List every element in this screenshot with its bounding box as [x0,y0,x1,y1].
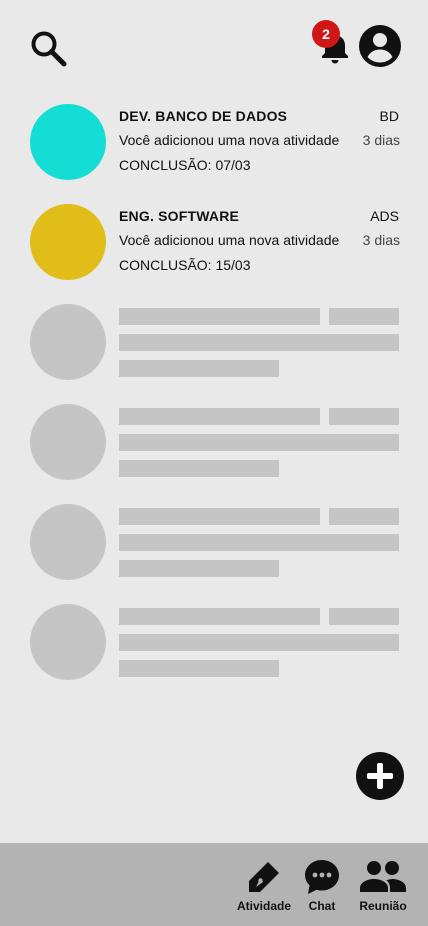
course-color-dot [30,204,106,280]
course-code: ADS [370,208,399,224]
placeholder-bar [119,334,399,351]
course-item[interactable]: ENG. SOFTWARE ADS Você adicionou uma nov… [0,204,428,284]
nav-label: Chat [308,899,336,913]
placeholder-bar [329,608,399,625]
placeholder-item [0,404,428,484]
placeholder-bar [119,508,320,525]
profile-avatar-icon[interactable] [358,24,402,68]
course-message: Você adicionou uma nova atividade [119,132,340,148]
course-due-date: CONCLUSÃO: 07/03 [119,157,251,173]
course-time: 3 dias [362,132,400,148]
course-due-date: CONCLUSÃO: 15/03 [119,257,251,273]
course-time: 3 dias [362,232,400,248]
add-activity-button[interactable] [356,752,404,800]
course-name: ENG. SOFTWARE [119,208,240,224]
chat-icon [305,860,339,894]
placeholder-bar [119,534,399,551]
placeholder-bar [119,308,320,325]
placeholder-bar [329,308,399,325]
course-name: DEV. BANCO DE DADOS [119,108,288,124]
placeholder-bar [329,408,399,425]
course-color-dot [30,104,106,180]
nav-label: Reunião [359,899,407,913]
course-code: BD [379,108,399,124]
placeholder-item [0,304,428,384]
placeholder-bar [119,560,279,577]
placeholder-avatar [30,604,106,680]
bottom-nav: Atividade Chat Reunião [0,843,428,926]
placeholder-item [0,604,428,684]
course-item[interactable]: DEV. BANCO DE DADOS BD Você adicionou um… [0,104,428,184]
placeholder-item [0,504,428,584]
placeholder-bar [119,634,399,651]
nav-item-reuniao[interactable]: Reunião [356,843,410,926]
placeholder-bar [119,408,320,425]
course-message: Você adicionou uma nova atividade [119,232,340,248]
placeholder-avatar [30,304,106,380]
app-screen: 2 DEV. BANCO DE DADOS BD Você adicionou … [0,0,428,926]
placeholder-bar [119,660,279,677]
pen-icon [249,862,279,892]
notification-badge: 2 [312,20,340,48]
people-icon [360,861,406,892]
placeholder-avatar [30,404,106,480]
placeholder-bar [119,360,279,377]
search-icon[interactable] [28,28,68,68]
placeholder-bar [329,508,399,525]
placeholder-bar [119,608,320,625]
nav-item-atividade[interactable]: Atividade [234,843,294,926]
nav-item-chat[interactable]: Chat [300,843,344,926]
placeholder-bar [119,434,399,451]
nav-label: Atividade [236,899,291,913]
placeholder-avatar [30,504,106,580]
placeholder-bar [119,460,279,477]
